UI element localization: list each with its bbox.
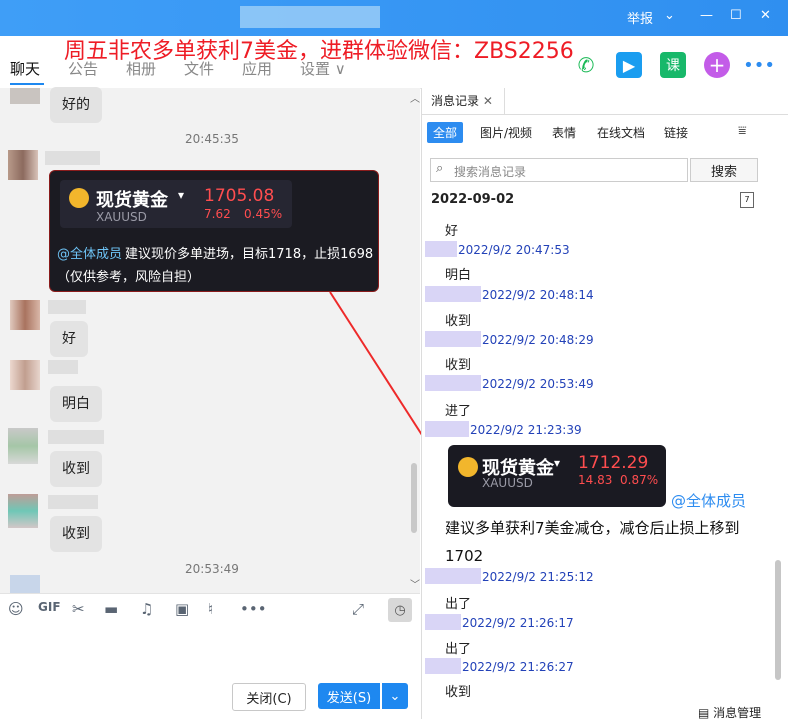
caret-down-icon: ▾	[554, 456, 561, 470]
sender-name-blurred	[425, 614, 461, 630]
close-tab-icon[interactable]: ✕	[483, 94, 493, 108]
mention-all[interactable]: @全体成员	[671, 490, 746, 511]
sender-name-blurred	[425, 286, 481, 302]
music-icon[interactable]: ♫	[140, 600, 153, 618]
history-time: 2022/9/2 20:53:49	[482, 377, 594, 391]
signal-text: 建议多单获利7美金减仓，减仓后止损上移到1702	[445, 519, 740, 565]
clock-history-icon[interactable]: ◷	[388, 598, 412, 622]
sender-name-blurred	[425, 241, 457, 257]
gold-symbol: XAUUSD	[482, 476, 533, 490]
sender-name-blurred	[425, 658, 461, 674]
history-message: 出了	[445, 597, 472, 612]
filter-links[interactable]: 链接	[664, 124, 688, 141]
message-manage-label: 消息管理	[713, 706, 762, 720]
gif-icon[interactable]: GIF	[38, 600, 61, 614]
bell-off-icon[interactable]: ♮	[208, 600, 213, 618]
image-icon[interactable]: ▣	[175, 600, 189, 618]
search-placeholder: 搜索消息记录	[454, 165, 527, 179]
filter-icon[interactable]: ⩸	[738, 123, 747, 139]
history-time: 2022/9/2 21:26:27	[462, 660, 574, 674]
history-time: 2022/9/2 21:25:12	[482, 570, 594, 584]
history-time: 2022/9/2 21:23:39	[470, 423, 582, 437]
sender-name-blurred	[425, 331, 481, 347]
history-message: 好	[445, 224, 459, 239]
expand-icon[interactable]: ⤢	[352, 600, 364, 618]
scissors-icon[interactable]: ✂	[72, 600, 85, 618]
timestamp: 20:53:49	[185, 562, 239, 576]
history-date: 2022-09-02	[431, 192, 515, 207]
history-time: 2022/9/2 20:48:29	[482, 333, 594, 347]
message-manage-icon: ▤	[698, 706, 710, 720]
emoji-icon[interactable]: ☺	[8, 600, 24, 618]
message-bubble: 收到	[50, 451, 102, 487]
search-button[interactable]: 搜索	[690, 158, 758, 182]
tab-divider	[421, 114, 788, 115]
avatar[interactable]	[10, 300, 40, 330]
history-time: 2022/9/2 20:47:53	[458, 243, 570, 257]
calendar-icon[interactable]: 7	[740, 192, 754, 208]
message-bubble: 收到	[50, 516, 102, 552]
sender-name-blurred	[425, 568, 481, 584]
history-time: 2022/9/2 20:48:14	[482, 288, 594, 302]
filter-images[interactable]: 图片/视频	[480, 124, 532, 141]
sender-name-blurred	[48, 495, 98, 509]
avatar[interactable]	[10, 360, 40, 390]
history-search-input[interactable]: ⌕ 搜索消息记录	[430, 158, 688, 182]
sender-name-blurred	[425, 421, 469, 437]
history-message: 出了	[445, 642, 472, 657]
avatar[interactable]	[10, 575, 40, 593]
message-manage-link[interactable]: ▤ 消息管理	[698, 704, 761, 721]
message-bubble: 明白	[50, 386, 102, 422]
history-time: 2022/9/2 21:26:17	[462, 616, 574, 630]
history-message: 收到	[445, 314, 472, 329]
history-message: 进了	[445, 404, 472, 419]
tab-history[interactable]: 消息记录 ✕	[423, 88, 505, 114]
history-scrollbar[interactable]	[775, 560, 781, 680]
sender-name-blurred	[48, 300, 86, 314]
sender-name-blurred	[425, 375, 481, 391]
sender-name-blurred	[48, 430, 104, 444]
history-message: 收到	[445, 358, 472, 373]
filter-all[interactable]: 全部	[427, 122, 464, 143]
gold-change: 14.83	[578, 473, 613, 487]
folder-icon[interactable]: ▬	[104, 600, 118, 618]
gold-price: 1712.29	[578, 453, 649, 473]
history-message: 明白	[445, 268, 472, 283]
more-tools-icon[interactable]: •••	[240, 600, 267, 618]
send-options-icon[interactable]: ⌄	[382, 683, 408, 709]
message-bubble: 好	[50, 321, 88, 357]
avatar[interactable]	[8, 494, 38, 528]
close-button[interactable]: 关闭(C)	[232, 683, 306, 711]
gold-logo-icon	[458, 457, 478, 477]
avatar[interactable]	[8, 428, 38, 464]
history-message: 收到	[445, 685, 472, 700]
tab-history-label: 消息记录	[431, 94, 480, 108]
search-icon: ⌕	[436, 161, 444, 176]
sender-name-blurred	[48, 360, 78, 374]
send-button[interactable]: 发送(S)	[318, 683, 380, 709]
filter-docs[interactable]: 在线文档	[597, 124, 645, 141]
filter-stickers[interactable]: 表情	[552, 124, 576, 141]
gold-percent: 0.87%	[620, 473, 659, 487]
